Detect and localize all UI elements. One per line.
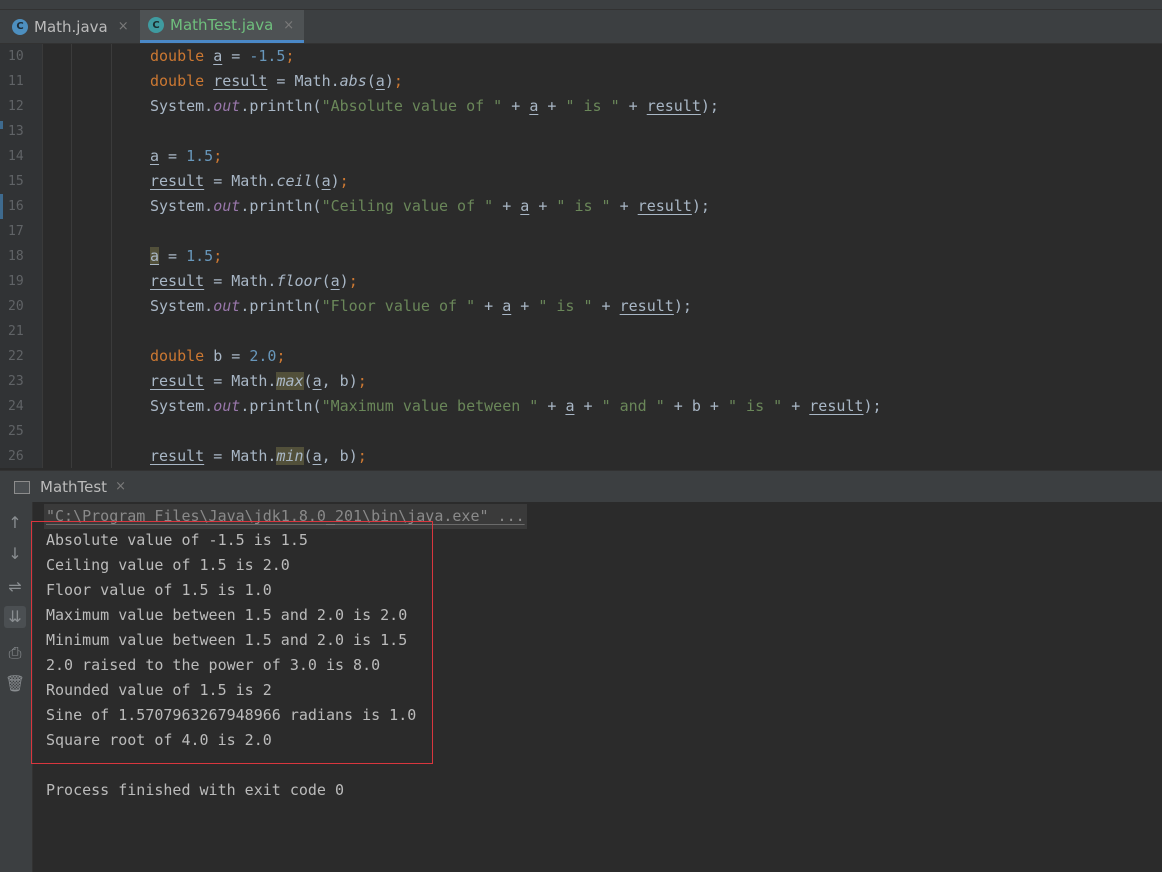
line-number: 14 <box>8 149 24 164</box>
indent-guide <box>71 44 72 468</box>
code-line: result = Math.min(a, b); <box>150 447 367 465</box>
code-line: a = 1.5; <box>150 247 223 265</box>
tab-math-java[interactable]: C Math.java × <box>12 10 129 43</box>
code-line: result = Math.floor(a); <box>150 272 358 290</box>
code-editor[interactable]: 10 11 12 13 14 15 16 17 18 19 20 21 22 2… <box>0 44 1162 468</box>
tab-mathtest-java[interactable]: C MathTest.java × <box>140 10 305 43</box>
print-icon[interactable]: ⎙ <box>4 642 26 664</box>
line-number: 24 <box>8 399 24 414</box>
run-tab-label: MathTest <box>40 477 108 496</box>
up-arrow-icon[interactable]: ↑ <box>4 512 26 534</box>
code-line: System.out.println("Floor value of " + a… <box>150 297 692 315</box>
change-marker <box>0 194 3 219</box>
line-number: 26 <box>8 449 24 464</box>
output-line: Minimum value between 1.5 and 2.0 is 1.5 <box>46 631 408 649</box>
line-number: 15 <box>8 174 24 189</box>
code-line: double a = -1.5; <box>150 47 295 65</box>
class-icon: C <box>12 18 28 35</box>
output-line: Square root of 4.0 is 2.0 <box>46 731 272 749</box>
line-number-gutter: 10 11 12 13 14 15 16 17 18 19 20 21 22 2… <box>0 44 43 468</box>
code-line: System.out.println("Absolute value of " … <box>150 97 719 115</box>
class-icon: C <box>148 17 164 33</box>
line-number: 19 <box>8 274 24 289</box>
trash-icon[interactable]: 🗑 <box>4 673 26 695</box>
output-line: Absolute value of -1.5 is 1.5 <box>46 531 308 549</box>
line-number: 11 <box>8 74 24 89</box>
output-line: Rounded value of 1.5 is 2 <box>46 681 272 699</box>
close-icon[interactable]: × <box>115 479 126 494</box>
tab-label: MathTest.java <box>170 16 274 34</box>
code-line: double b = 2.0; <box>150 347 286 365</box>
run-toolbar: ↑ ↓ ⇌ ⇊ ⎙ 🗑 <box>0 502 33 872</box>
output-line: Sine of 1.5707963267948966 radians is 1.… <box>46 706 417 724</box>
output-line: 2.0 raised to the power of 3.0 is 8.0 <box>46 656 381 674</box>
code-line: a = 1.5; <box>150 147 223 165</box>
line-number: 13 <box>8 124 24 139</box>
editor-tab-bar: C Math.java × C MathTest.java × <box>0 10 1162 44</box>
line-number: 22 <box>8 349 24 364</box>
change-marker <box>0 121 3 129</box>
line-number: 16 <box>8 199 24 214</box>
run-panel-header: MathTest × <box>0 470 1162 503</box>
down-arrow-icon[interactable]: ↓ <box>4 543 26 565</box>
indent-guide <box>111 44 112 468</box>
line-number: 17 <box>8 224 24 239</box>
tab-label: Math.java <box>34 17 108 36</box>
soft-wrap-icon[interactable]: ⇌ <box>4 576 26 598</box>
code-line: System.out.println("Ceiling value of " +… <box>150 197 710 215</box>
line-number: 18 <box>8 249 24 264</box>
scroll-to-end-icon[interactable]: ⇊ <box>4 606 26 628</box>
run-tab-mathtest[interactable]: MathTest × <box>14 471 126 502</box>
output-line: Floor value of 1.5 is 1.0 <box>46 581 272 599</box>
output-line: Ceiling value of 1.5 is 2.0 <box>46 556 290 574</box>
line-number: 21 <box>8 324 24 339</box>
menu-strip <box>0 0 1162 10</box>
line-number: 20 <box>8 299 24 314</box>
command-line[interactable]: "C:\Program Files\Java\jdk1.8.0_201\bin\… <box>44 504 527 529</box>
console-output[interactable]: "C:\Program Files\Java\jdk1.8.0_201\bin\… <box>33 502 1162 872</box>
code-line: result = Math.max(a, b); <box>150 372 367 390</box>
line-number: 23 <box>8 374 24 389</box>
console-icon <box>14 480 32 494</box>
close-icon[interactable]: × <box>118 19 129 34</box>
code-line: System.out.println("Maximum value betwee… <box>150 397 882 415</box>
exit-status-line: Process finished with exit code 0 <box>46 781 345 799</box>
line-number: 12 <box>8 99 24 114</box>
code-line: result = Math.ceil(a); <box>150 172 349 190</box>
close-icon[interactable]: × <box>283 18 294 33</box>
line-number: 10 <box>8 49 24 64</box>
code-line: double result = Math.abs(a); <box>150 72 403 90</box>
line-number: 25 <box>8 424 24 439</box>
output-line: Maximum value between 1.5 and 2.0 is 2.0 <box>46 606 408 624</box>
